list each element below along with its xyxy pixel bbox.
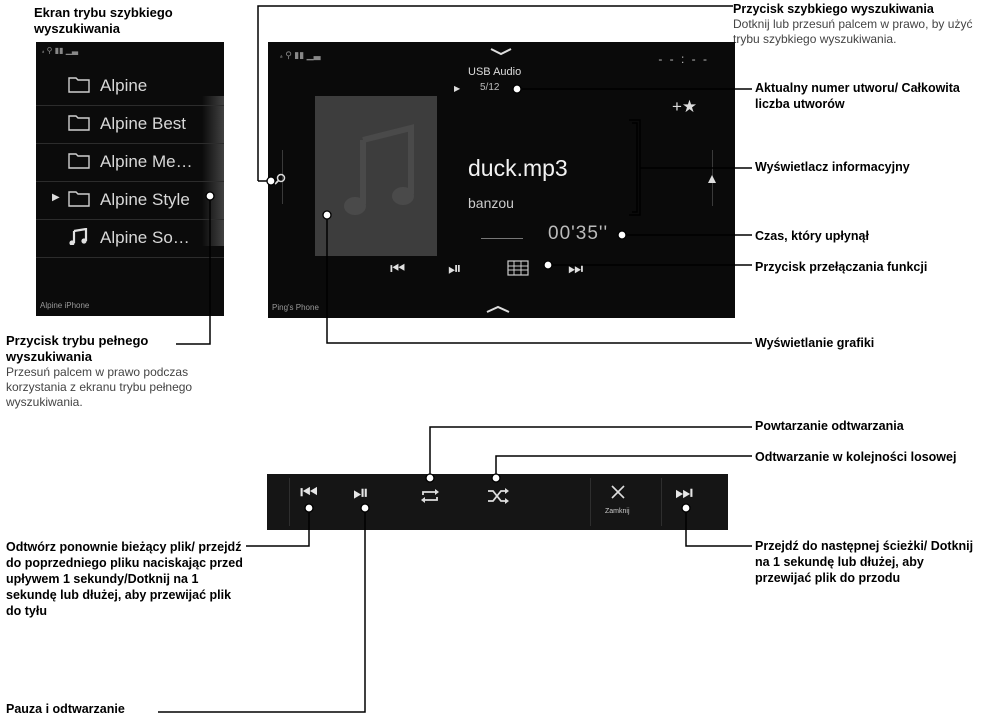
elapsed-time: 00'35'': [548, 223, 609, 244]
source-label: USB Audio: [468, 66, 522, 78]
play-indicator-icon: ▶: [454, 84, 461, 93]
divider: [661, 478, 662, 526]
album-art: [315, 96, 437, 256]
elapsed-time-annotation: Czas, który upłynął: [755, 229, 869, 243]
music-note-icon: [69, 228, 88, 245]
list-item-label: Alpine Best: [100, 114, 186, 133]
list-item[interactable]: Alpine So…: [36, 220, 224, 256]
list-item-label: Alpine: [100, 76, 148, 95]
shuffle-icon[interactable]: [487, 487, 509, 505]
quick-search-button-annotation: Przycisk szybkiego wyszukiwania Dotknij …: [733, 1, 983, 47]
selected-arrow-icon: ▶: [52, 192, 60, 203]
list-item-label: Alpine Me…: [100, 152, 193, 171]
next-icon[interactable]: ⏭: [568, 259, 583, 279]
device-name: Alpine iPhone: [40, 301, 90, 310]
quick-search-screen: ﮦ ⚲ ▮▮ ▁▃ Alpine Alpine Best Alpine Me… …: [36, 42, 224, 316]
function-switch-icon[interactable]: [507, 260, 529, 276]
list-item-label: Alpine So…: [100, 228, 190, 247]
artist-name: banzou: [468, 195, 514, 211]
folder-icon: [68, 191, 90, 207]
previous-icon[interactable]: ⏮: [390, 259, 405, 279]
search-icon[interactable]: [274, 173, 286, 185]
quick-search-button-desc: Dotknij lub przesuń palcem w prawo, by u…: [733, 17, 973, 46]
next-annotation: Przejdź do następnej ścieżki/ Dotknij na…: [755, 539, 974, 585]
function-bar: ⏮ ⏯ Zamknij ⏭: [267, 474, 728, 530]
play-pause-icon[interactable]: ⏯: [448, 259, 462, 279]
song-title: duck.mp3: [468, 155, 568, 181]
status-bar: ﮦ ⚲ ▮▮ ▁▃: [42, 46, 79, 55]
next-icon[interactable]: ⏭: [675, 482, 693, 505]
list-item[interactable]: Alpine Best: [36, 106, 224, 142]
list-item-label: Alpine Style: [100, 190, 190, 209]
folder-icon: [68, 115, 90, 131]
repeat-icon[interactable]: [419, 487, 441, 505]
clock: - - : - -: [658, 52, 709, 66]
info-display-annotation: Wyświetlacz informacyjny: [755, 160, 910, 174]
previous-icon[interactable]: ⏮: [300, 482, 318, 505]
play-pause-icon[interactable]: ⏯: [353, 482, 369, 505]
progress-bar: [481, 238, 523, 239]
favorite-add-icon[interactable]: +★: [672, 97, 697, 117]
device-name: Ping's Phone: [272, 303, 319, 312]
scroll-up-icon[interactable]: [707, 174, 717, 184]
track-number: 5/12: [480, 82, 500, 93]
album-art-icon: [344, 124, 414, 215]
function-switch-annotation: Przycisk przełączania funkcji: [755, 260, 928, 274]
close-icon[interactable]: [610, 484, 626, 500]
full-search-desc: Przesuń palcem w prawo podczas korzystan…: [6, 365, 193, 409]
full-search-title: Przycisk trybu pełnego wyszukiwania: [6, 333, 149, 364]
divider: [289, 478, 290, 526]
track-number-annotation: Aktualny numer utworu/ Całkowita liczba …: [755, 81, 960, 111]
pause-play-annotation: Pauza i odtwarzanie: [6, 702, 125, 716]
full-search-annotation: Przycisk trybu pełnego wyszukiwania Prze…: [6, 333, 221, 410]
chevron-up-icon[interactable]: [485, 304, 511, 314]
graphics-display-annotation: Wyświetlanie grafiki: [755, 336, 875, 350]
repeat-annotation: Powtarzanie odtwarzania: [755, 419, 904, 433]
player-screen: ﮦ ⚲ ▮▮ ▁▃ - - : - - USB Audio ▶ 5/12 +★ …: [268, 42, 735, 318]
close-label: Zamknij: [605, 508, 630, 515]
chevron-down-icon[interactable]: [489, 47, 513, 57]
divider: [36, 257, 224, 258]
quick-search-button-title: Przycisk szybkiego wyszukiwania: [733, 2, 934, 16]
previous-annotation: Odtwórz ponownie bieżący plik/ przejdź d…: [6, 540, 243, 618]
folder-icon: [68, 77, 90, 93]
list-item[interactable]: ▶ Alpine Style: [36, 182, 224, 218]
list-item[interactable]: Alpine Me…: [36, 144, 224, 180]
quick-search-screen-title: Ekran trybu szybkiego wyszukiwania: [34, 5, 173, 36]
shuffle-annotation: Odtwarzanie w kolejności losowej: [755, 450, 957, 464]
divider: [590, 478, 591, 526]
folder-icon: [68, 153, 90, 169]
list-item[interactable]: Alpine: [36, 68, 224, 104]
status-bar: ﮦ ⚲ ▮▮ ▁▃: [280, 50, 321, 60]
